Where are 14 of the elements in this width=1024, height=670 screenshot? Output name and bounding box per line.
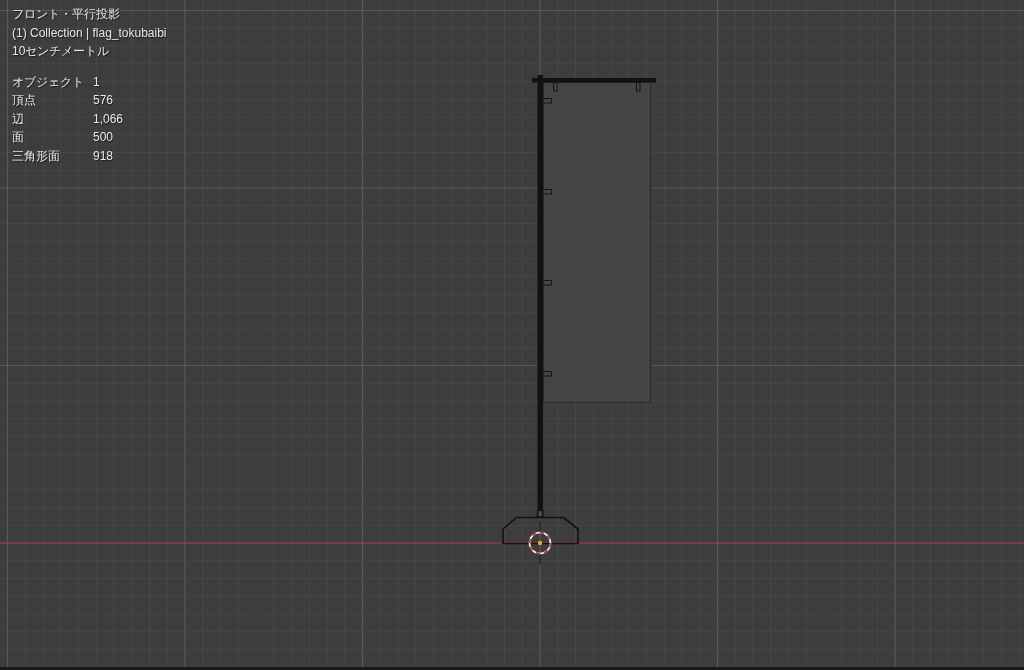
stat-label: 頂点 [12, 92, 37, 109]
view-name-label: フロント・平行投影 [12, 6, 120, 23]
stat-label: 三角形面 [12, 147, 61, 165]
crosshair-icon [527, 521, 553, 565]
stat-value: 576 [93, 92, 114, 109]
stat-value: 500 [93, 129, 114, 146]
stat-value: 1 [93, 73, 100, 91]
grid-scale-label: 10センチメートル [12, 43, 110, 60]
stat-label: 面 [12, 129, 25, 146]
stat-label: オブジェクト [12, 73, 85, 91]
stat-value: 1,066 [93, 110, 124, 128]
collection-label: (1) Collection | flag_tokubaibi [12, 24, 167, 42]
stat-value: 918 [93, 147, 114, 165]
stat-label: 辺 [12, 110, 25, 128]
